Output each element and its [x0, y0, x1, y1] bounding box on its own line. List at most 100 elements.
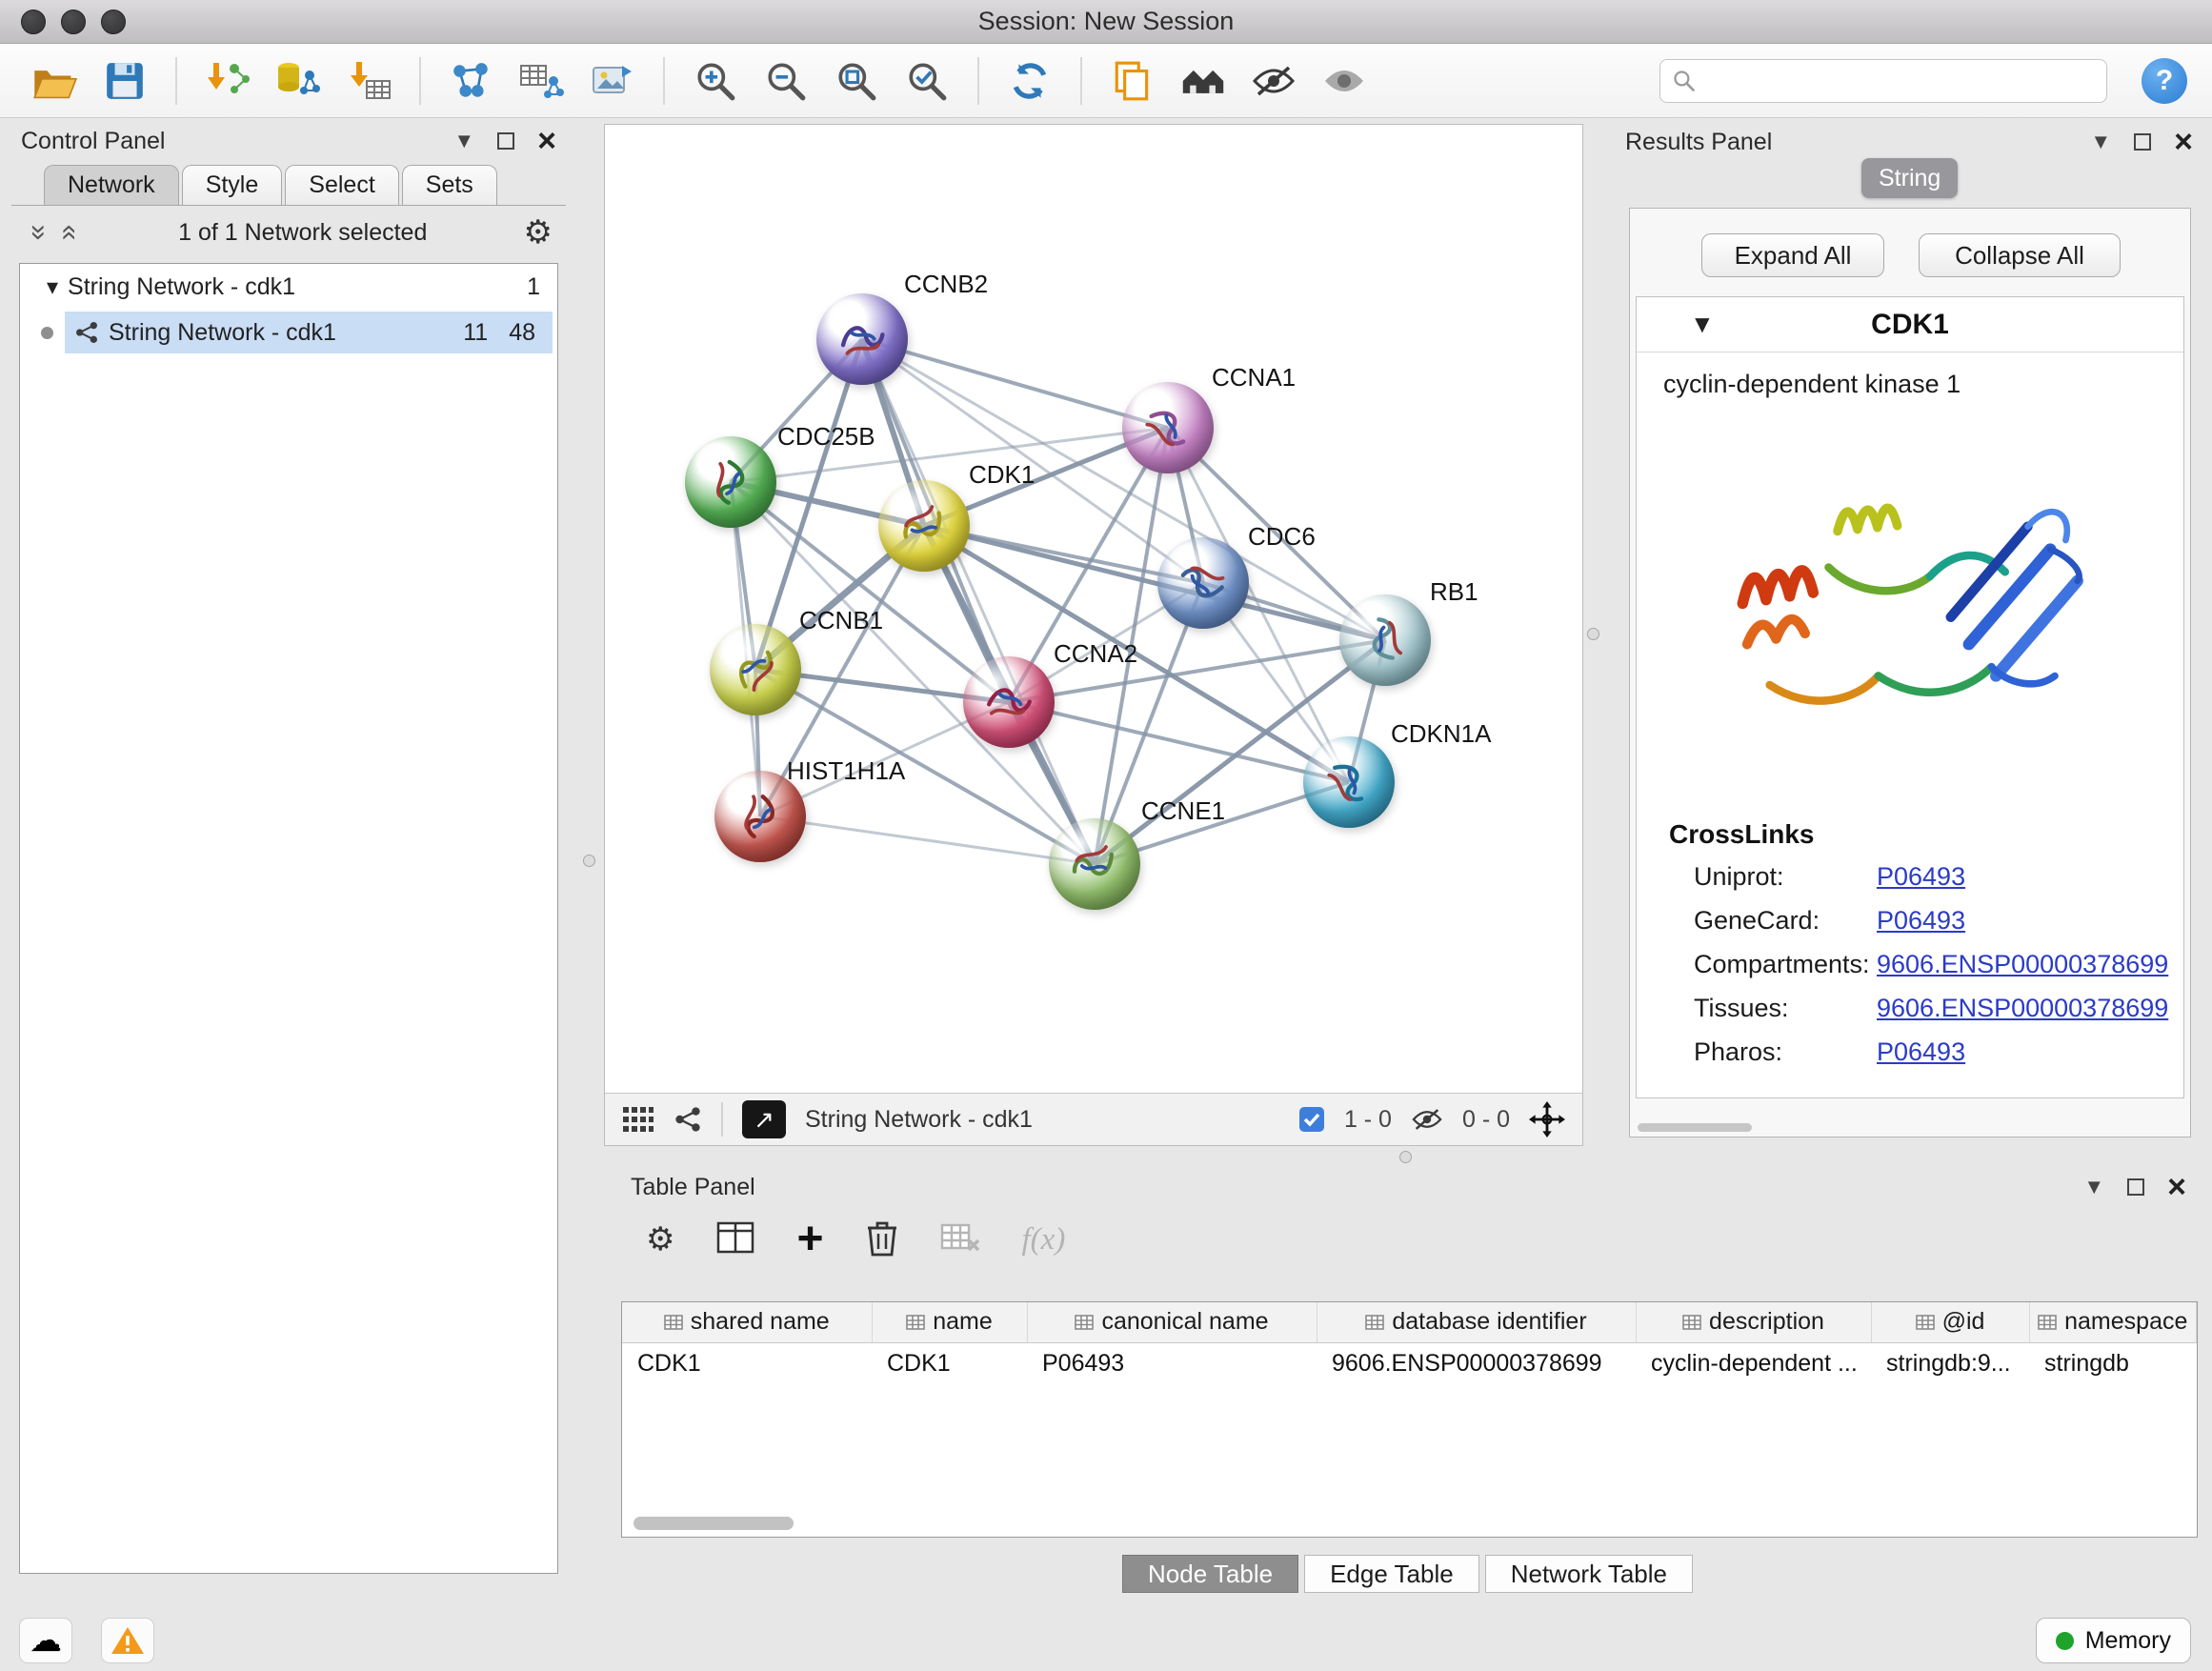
network-row[interactable]: String Network - cdk1 11 48: [20, 310, 557, 355]
import-table-from-file-button[interactable]: [339, 51, 398, 111]
table-settings-gear-icon[interactable]: ⚙: [646, 1220, 674, 1258]
memory-button[interactable]: Memory: [2036, 1618, 2191, 1663]
splitter-handle[interactable]: [1399, 1151, 1412, 1163]
collapse-all-icon[interactable]: »: [23, 218, 55, 247]
help-button[interactable]: ?: [2142, 58, 2187, 104]
section-collapse-icon[interactable]: ▼: [1690, 310, 1715, 339]
tab-node-table[interactable]: Node Table: [1122, 1555, 1298, 1593]
tree-expand-icon[interactable]: ▾: [47, 273, 58, 301]
refresh-layout-button[interactable]: [1000, 51, 1059, 111]
float-panel-icon[interactable]: ▼: [2083, 1175, 2104, 1199]
horizontal-scrollbar[interactable]: [1638, 1123, 1752, 1132]
search-box[interactable]: [1659, 59, 2107, 103]
cell-database-identifier[interactable]: 9606.ENSP00000378699: [1317, 1342, 1636, 1384]
splitter-handle[interactable]: [1587, 628, 1599, 640]
cell-shared-name[interactable]: CDK1: [622, 1342, 872, 1384]
show-columns-icon[interactable]: [716, 1221, 754, 1258]
zoom-fit-button[interactable]: [827, 51, 886, 111]
network-node-ccna1[interactable]: [1122, 382, 1214, 473]
float-panel-icon[interactable]: ▼: [453, 129, 474, 153]
crosslink-link[interactable]: 9606.ENSP00000378699: [1877, 950, 2168, 979]
column-header-canonical-name[interactable]: canonical name: [1027, 1302, 1317, 1342]
close-panel-icon[interactable]: ×: [2167, 1178, 2186, 1197]
crosslink-link[interactable]: 9606.ENSP00000378699: [1877, 994, 2168, 1023]
tab-sets[interactable]: Sets: [402, 165, 497, 205]
zoom-in-button[interactable]: [686, 51, 745, 111]
delete-column-trash-icon[interactable]: [866, 1218, 898, 1261]
network-share-icon[interactable]: [674, 1105, 702, 1134]
column-header-namespace[interactable]: namespace: [2029, 1302, 2197, 1342]
hidden-eye-slash-icon[interactable]: [1411, 1107, 1443, 1132]
search-input[interactable]: [1704, 66, 2095, 95]
tab-style[interactable]: Style: [182, 165, 283, 205]
maximize-panel-icon[interactable]: [497, 132, 514, 150]
splitter-handle[interactable]: [583, 855, 595, 867]
column-header-database-identifier[interactable]: database identifier: [1317, 1302, 1636, 1342]
results-tab-string[interactable]: String: [1861, 158, 1958, 198]
new-network-button[interactable]: [442, 51, 501, 111]
tab-select[interactable]: Select: [285, 165, 398, 205]
maximize-panel-icon[interactable]: [2134, 133, 2151, 151]
network-node-cdc6[interactable]: [1157, 537, 1249, 629]
cybrowser-home-button[interactable]: [1174, 51, 1233, 111]
warnings-button[interactable]: [101, 1618, 154, 1663]
cloud-status-button[interactable]: ☁: [19, 1618, 72, 1663]
selected-checkbox-icon[interactable]: [1298, 1106, 1325, 1133]
network-from-table-button[interactable]: [513, 51, 572, 111]
network-node-ccne1[interactable]: [1049, 818, 1140, 910]
network-collection-row[interactable]: ▾ String Network - cdk1 1: [20, 264, 557, 310]
import-network-from-file-button[interactable]: [198, 51, 257, 111]
network-node-rb1[interactable]: [1339, 594, 1431, 686]
open-session-button[interactable]: [25, 51, 84, 111]
zoom-selected-button[interactable]: [897, 51, 956, 111]
network-node-cdkn1a[interactable]: [1303, 736, 1395, 828]
close-window-button[interactable]: [21, 10, 46, 34]
import-network-from-database-button[interactable]: [269, 51, 328, 111]
copy-button[interactable]: [1103, 51, 1162, 111]
network-node-cdk1[interactable]: [878, 480, 970, 572]
save-session-button[interactable]: [95, 51, 154, 111]
column-header-shared-name[interactable]: shared name: [622, 1302, 872, 1342]
tab-edge-table[interactable]: Edge Table: [1304, 1555, 1479, 1593]
pan-crosshair-icon[interactable]: [1529, 1101, 1565, 1137]
horizontal-scrollbar[interactable]: [633, 1517, 794, 1530]
network-canvas[interactable]: CCNB2CCNA1CDC25BCDK1CDC6RB1CCNB1CCNA2CDK…: [605, 125, 1582, 1093]
minimize-window-button[interactable]: [61, 10, 86, 34]
float-panel-icon[interactable]: ▼: [2090, 130, 2111, 154]
zoom-out-button[interactable]: [756, 51, 815, 111]
column-header-id[interactable]: @id: [1871, 1302, 2029, 1342]
crosslink-link[interactable]: P06493: [1877, 1037, 1965, 1067]
zoom-window-button[interactable]: [101, 10, 126, 34]
network-node-cdc25b[interactable]: [685, 436, 776, 528]
gene-section-header[interactable]: ▼ CDK1: [1637, 297, 2183, 352]
cell-id[interactable]: stringdb:9...: [1871, 1342, 2029, 1384]
cell-canonical-name[interactable]: P06493: [1027, 1342, 1317, 1384]
add-column-icon[interactable]: +: [796, 1220, 823, 1258]
close-panel-icon[interactable]: ×: [2174, 132, 2193, 151]
column-header-name[interactable]: name: [872, 1302, 1027, 1342]
network-node-ccna2[interactable]: [963, 656, 1055, 748]
grid-view-icon[interactable]: [622, 1106, 654, 1133]
expand-all-icon[interactable]: »: [51, 218, 84, 247]
column-header-description[interactable]: description: [1636, 1302, 1871, 1342]
export-image-button[interactable]: [583, 51, 642, 111]
hide-selection-button[interactable]: [1244, 51, 1303, 111]
collapse-all-button[interactable]: Collapse All: [1919, 233, 2121, 277]
table-row[interactable]: CDK1 CDK1 P06493 9606.ENSP00000378699 cy…: [622, 1342, 2197, 1384]
crosslink-link[interactable]: P06493: [1877, 862, 1965, 892]
birdseye-view-button[interactable]: ↗: [742, 1100, 786, 1138]
cell-description[interactable]: cyclin-dependent ...: [1636, 1342, 1871, 1384]
crosslink-link[interactable]: P06493: [1877, 906, 1965, 936]
tab-network[interactable]: Network: [44, 165, 179, 205]
cell-name[interactable]: CDK1: [872, 1342, 1027, 1384]
network-node-ccnb2[interactable]: [816, 293, 908, 385]
cell-namespace[interactable]: stringdb: [2029, 1342, 2197, 1384]
tab-network-table[interactable]: Network Table: [1485, 1555, 1693, 1593]
expand-all-button[interactable]: Expand All: [1701, 233, 1884, 277]
maximize-panel-icon[interactable]: [2127, 1178, 2144, 1196]
gear-icon[interactable]: ⚙: [524, 213, 553, 252]
show-all-button[interactable]: [1315, 51, 1374, 111]
selected-network-row[interactable]: String Network - cdk1 11 48: [65, 312, 553, 353]
close-panel-icon[interactable]: ×: [537, 131, 556, 151]
network-node-ccnb1[interactable]: [710, 624, 801, 715]
